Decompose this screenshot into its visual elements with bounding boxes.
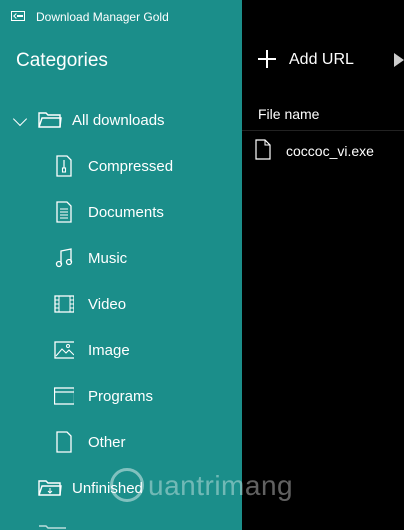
zip-icon xyxy=(54,155,74,177)
app-icon xyxy=(11,11,25,21)
plus-icon xyxy=(258,50,276,68)
document-icon xyxy=(54,201,74,223)
column-header-file-name[interactable]: File name xyxy=(258,106,319,122)
category-music[interactable]: Music xyxy=(0,241,242,277)
add-url-label: Add URL xyxy=(289,51,354,68)
category-programs[interactable]: Programs xyxy=(0,379,242,415)
music-icon xyxy=(54,247,74,269)
file-icon xyxy=(255,139,271,160)
add-url-button[interactable]: Add URL xyxy=(258,42,398,78)
category-label: Other xyxy=(88,434,126,451)
tree-item-label: All downloads xyxy=(72,112,165,129)
file-name: coccoc_vi.exe xyxy=(286,143,374,159)
category-image[interactable]: Image xyxy=(0,333,242,369)
folder-download-icon xyxy=(38,479,62,496)
categories-heading: Categories xyxy=(16,50,108,71)
video-icon xyxy=(54,293,74,315)
category-video[interactable]: Video xyxy=(0,287,242,323)
header-divider xyxy=(242,130,404,131)
title-bar: Download Manager Gold xyxy=(0,0,242,34)
tree-item-all-downloads[interactable]: All downloads xyxy=(0,103,242,139)
window-title: Download Manager Gold xyxy=(36,10,169,24)
program-icon xyxy=(54,385,74,407)
category-label: Programs xyxy=(88,388,154,405)
tree-item-label: Unfinished xyxy=(72,480,143,497)
folder-icon xyxy=(38,111,62,128)
partial-folder-icon xyxy=(38,520,68,530)
category-label: Image xyxy=(88,342,130,359)
category-label: Compressed xyxy=(88,158,174,175)
sidebar: Download Manager Gold Categories All dow… xyxy=(0,0,242,530)
chevron-down-icon[interactable] xyxy=(12,111,28,127)
category-documents[interactable]: Documents xyxy=(0,195,242,231)
file-icon xyxy=(54,431,74,453)
tree-item-unfinished[interactable]: Unfinished xyxy=(0,471,242,507)
category-label: Video xyxy=(88,296,127,313)
download-manager-window: Download Manager Gold Categories All dow… xyxy=(0,0,404,530)
file-list-pane: Add URL File name coccoc_vi.exe xyxy=(242,0,404,530)
category-label: Music xyxy=(88,250,128,267)
play-icon[interactable] xyxy=(394,53,404,67)
image-icon xyxy=(54,339,74,361)
category-compressed[interactable]: Compressed xyxy=(0,149,242,185)
file-row[interactable]: coccoc_vi.exe xyxy=(242,135,404,165)
category-other[interactable]: Other xyxy=(0,425,242,461)
category-label: Documents xyxy=(88,204,164,221)
